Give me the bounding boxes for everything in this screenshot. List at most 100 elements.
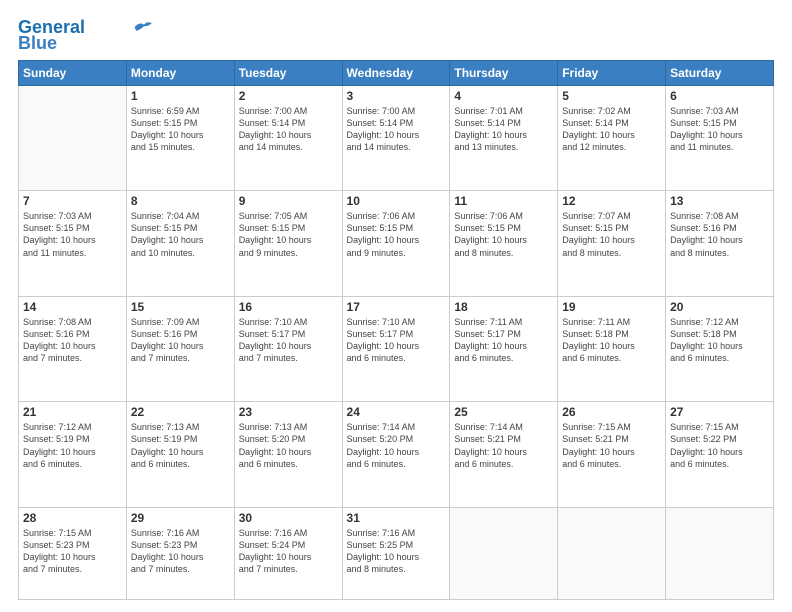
day-info: Sunrise: 7:05 AM Sunset: 5:15 PM Dayligh… (239, 210, 338, 259)
day-info: Sunrise: 7:13 AM Sunset: 5:19 PM Dayligh… (131, 421, 230, 470)
weekday-header: Monday (126, 60, 234, 85)
page: General Blue SundayMondayTuesdayWednesda… (0, 0, 792, 612)
day-number: 28 (23, 511, 122, 525)
calendar-cell: 1 Sunrise: 6:59 AM Sunset: 5:15 PM Daylig… (126, 85, 234, 191)
day-info: Sunrise: 7:06 AM Sunset: 5:15 PM Dayligh… (454, 210, 553, 259)
day-info: Sunrise: 7:07 AM Sunset: 5:15 PM Dayligh… (562, 210, 661, 259)
day-number: 14 (23, 300, 122, 314)
day-number: 12 (562, 194, 661, 208)
logo-blue: Blue (18, 34, 57, 54)
calendar-cell: 30Sunrise: 7:16 AM Sunset: 5:24 PM Dayli… (234, 507, 342, 599)
calendar-week-row: 21 Sunrise: 7:12 AM Sunset: 5:19 PM Dayli… (19, 402, 774, 508)
logo-bird-icon (133, 19, 155, 35)
calendar-cell: 12 Sunrise: 7:07 AM Sunset: 5:15 PM Dayli… (558, 191, 666, 297)
day-info: Sunrise: 7:00 AM Sunset: 5:14 PM Dayligh… (347, 105, 446, 154)
day-number: 18 (454, 300, 553, 314)
calendar-week-row: 7 Sunrise: 7:03 AM Sunset: 5:15 PM Daylig… (19, 191, 774, 297)
day-number: 9 (239, 194, 338, 208)
day-info: Sunrise: 7:12 AM Sunset: 5:19 PM Dayligh… (23, 421, 122, 470)
calendar-cell: 22 Sunrise: 7:13 AM Sunset: 5:19 PM Dayli… (126, 402, 234, 508)
calendar-cell: 19 Sunrise: 7:11 AM Sunset: 5:18 PM Dayli… (558, 296, 666, 402)
day-info: Sunrise: 7:16 AM Sunset: 5:25 PM Dayligh… (347, 527, 446, 576)
day-info: Sunrise: 7:11 AM Sunset: 5:18 PM Dayligh… (562, 316, 661, 365)
day-number: 25 (454, 405, 553, 419)
day-number: 23 (239, 405, 338, 419)
calendar-cell: 16 Sunrise: 7:10 AM Sunset: 5:17 PM Dayli… (234, 296, 342, 402)
day-info: Sunrise: 7:16 AM Sunset: 5:23 PM Dayligh… (131, 527, 230, 576)
day-number: 24 (347, 405, 446, 419)
day-number: 2 (239, 89, 338, 103)
day-info: Sunrise: 7:12 AM Sunset: 5:18 PM Dayligh… (670, 316, 769, 365)
calendar-cell: 20 Sunrise: 7:12 AM Sunset: 5:18 PM Dayli… (666, 296, 774, 402)
day-info: Sunrise: 7:14 AM Sunset: 5:21 PM Dayligh… (454, 421, 553, 470)
day-info: Sunrise: 7:10 AM Sunset: 5:17 PM Dayligh… (239, 316, 338, 365)
calendar-cell: 29 Sunrise: 7:16 AM Sunset: 5:23 PM Dayli… (126, 507, 234, 599)
calendar-cell: 18Sunrise: 7:11 AM Sunset: 5:17 PM Dayli… (450, 296, 558, 402)
day-info: Sunrise: 7:00 AM Sunset: 5:14 PM Dayligh… (239, 105, 338, 154)
day-number: 29 (131, 511, 230, 525)
day-number: 8 (131, 194, 230, 208)
day-number: 27 (670, 405, 769, 419)
calendar-cell: 14 Sunrise: 7:08 AM Sunset: 5:16 PM Dayli… (19, 296, 127, 402)
calendar-cell: 9 Sunrise: 7:05 AM Sunset: 5:15 PM Daylig… (234, 191, 342, 297)
day-info: Sunrise: 7:10 AM Sunset: 5:17 PM Dayligh… (347, 316, 446, 365)
day-number: 20 (670, 300, 769, 314)
header: General Blue (18, 18, 774, 54)
calendar-cell: 11 Sunrise: 7:06 AM Sunset: 5:15 PM Dayli… (450, 191, 558, 297)
day-info: Sunrise: 7:16 AM Sunset: 5:24 PM Dayligh… (239, 527, 338, 576)
day-info: Sunrise: 7:03 AM Sunset: 5:15 PM Dayligh… (23, 210, 122, 259)
weekday-header: Sunday (19, 60, 127, 85)
calendar-cell: 26Sunrise: 7:15 AM Sunset: 5:21 PM Dayli… (558, 402, 666, 508)
day-number: 11 (454, 194, 553, 208)
weekday-header: Wednesday (342, 60, 450, 85)
calendar-cell (450, 507, 558, 599)
calendar-cell: 10 Sunrise: 7:06 AM Sunset: 5:15 PM Dayli… (342, 191, 450, 297)
calendar-cell (558, 507, 666, 599)
day-number: 10 (347, 194, 446, 208)
calendar-cell: 17 Sunrise: 7:10 AM Sunset: 5:17 PM Dayli… (342, 296, 450, 402)
weekday-header: Friday (558, 60, 666, 85)
calendar-cell: 25 Sunrise: 7:14 AM Sunset: 5:21 PM Dayli… (450, 402, 558, 508)
calendar-cell: 8 Sunrise: 7:04 AM Sunset: 5:15 PM Daylig… (126, 191, 234, 297)
day-info: Sunrise: 6:59 AM Sunset: 5:15 PM Dayligh… (131, 105, 230, 154)
day-number: 19 (562, 300, 661, 314)
calendar-cell: 31 Sunrise: 7:16 AM Sunset: 5:25 PM Dayli… (342, 507, 450, 599)
day-number: 7 (23, 194, 122, 208)
day-number: 5 (562, 89, 661, 103)
logo: General Blue (18, 18, 155, 54)
day-number: 26 (562, 405, 661, 419)
calendar-cell: 2 Sunrise: 7:00 AM Sunset: 5:14 PM Daylig… (234, 85, 342, 191)
calendar-cell: 27Sunrise: 7:15 AM Sunset: 5:22 PM Dayli… (666, 402, 774, 508)
day-info: Sunrise: 7:02 AM Sunset: 5:14 PM Dayligh… (562, 105, 661, 154)
day-number: 13 (670, 194, 769, 208)
day-info: Sunrise: 7:08 AM Sunset: 5:16 PM Dayligh… (23, 316, 122, 365)
day-number: 1 (131, 89, 230, 103)
day-number: 31 (347, 511, 446, 525)
calendar-cell: 23Sunrise: 7:13 AM Sunset: 5:20 PM Dayli… (234, 402, 342, 508)
calendar-cell (666, 507, 774, 599)
day-number: 6 (670, 89, 769, 103)
day-number: 22 (131, 405, 230, 419)
day-number: 17 (347, 300, 446, 314)
calendar-week-row: 1 Sunrise: 6:59 AM Sunset: 5:15 PM Daylig… (19, 85, 774, 191)
day-info: Sunrise: 7:01 AM Sunset: 5:14 PM Dayligh… (454, 105, 553, 154)
day-info: Sunrise: 7:15 AM Sunset: 5:23 PM Dayligh… (23, 527, 122, 576)
weekday-header: Saturday (666, 60, 774, 85)
calendar-cell: 24 Sunrise: 7:14 AM Sunset: 5:20 PM Dayli… (342, 402, 450, 508)
day-info: Sunrise: 7:14 AM Sunset: 5:20 PM Dayligh… (347, 421, 446, 470)
day-number: 21 (23, 405, 122, 419)
weekday-header: Thursday (450, 60, 558, 85)
calendar-cell (19, 85, 127, 191)
day-number: 16 (239, 300, 338, 314)
day-info: Sunrise: 7:04 AM Sunset: 5:15 PM Dayligh… (131, 210, 230, 259)
calendar-cell: 15Sunrise: 7:09 AM Sunset: 5:16 PM Dayli… (126, 296, 234, 402)
calendar-cell: 3Sunrise: 7:00 AM Sunset: 5:14 PM Daylig… (342, 85, 450, 191)
day-number: 4 (454, 89, 553, 103)
calendar-cell: 4 Sunrise: 7:01 AM Sunset: 5:14 PM Daylig… (450, 85, 558, 191)
calendar-cell: 13Sunrise: 7:08 AM Sunset: 5:16 PM Dayli… (666, 191, 774, 297)
weekday-header: Tuesday (234, 60, 342, 85)
calendar-week-row: 28 Sunrise: 7:15 AM Sunset: 5:23 PM Dayli… (19, 507, 774, 599)
calendar-cell: 28 Sunrise: 7:15 AM Sunset: 5:23 PM Dayli… (19, 507, 127, 599)
day-info: Sunrise: 7:06 AM Sunset: 5:15 PM Dayligh… (347, 210, 446, 259)
day-info: Sunrise: 7:09 AM Sunset: 5:16 PM Dayligh… (131, 316, 230, 365)
